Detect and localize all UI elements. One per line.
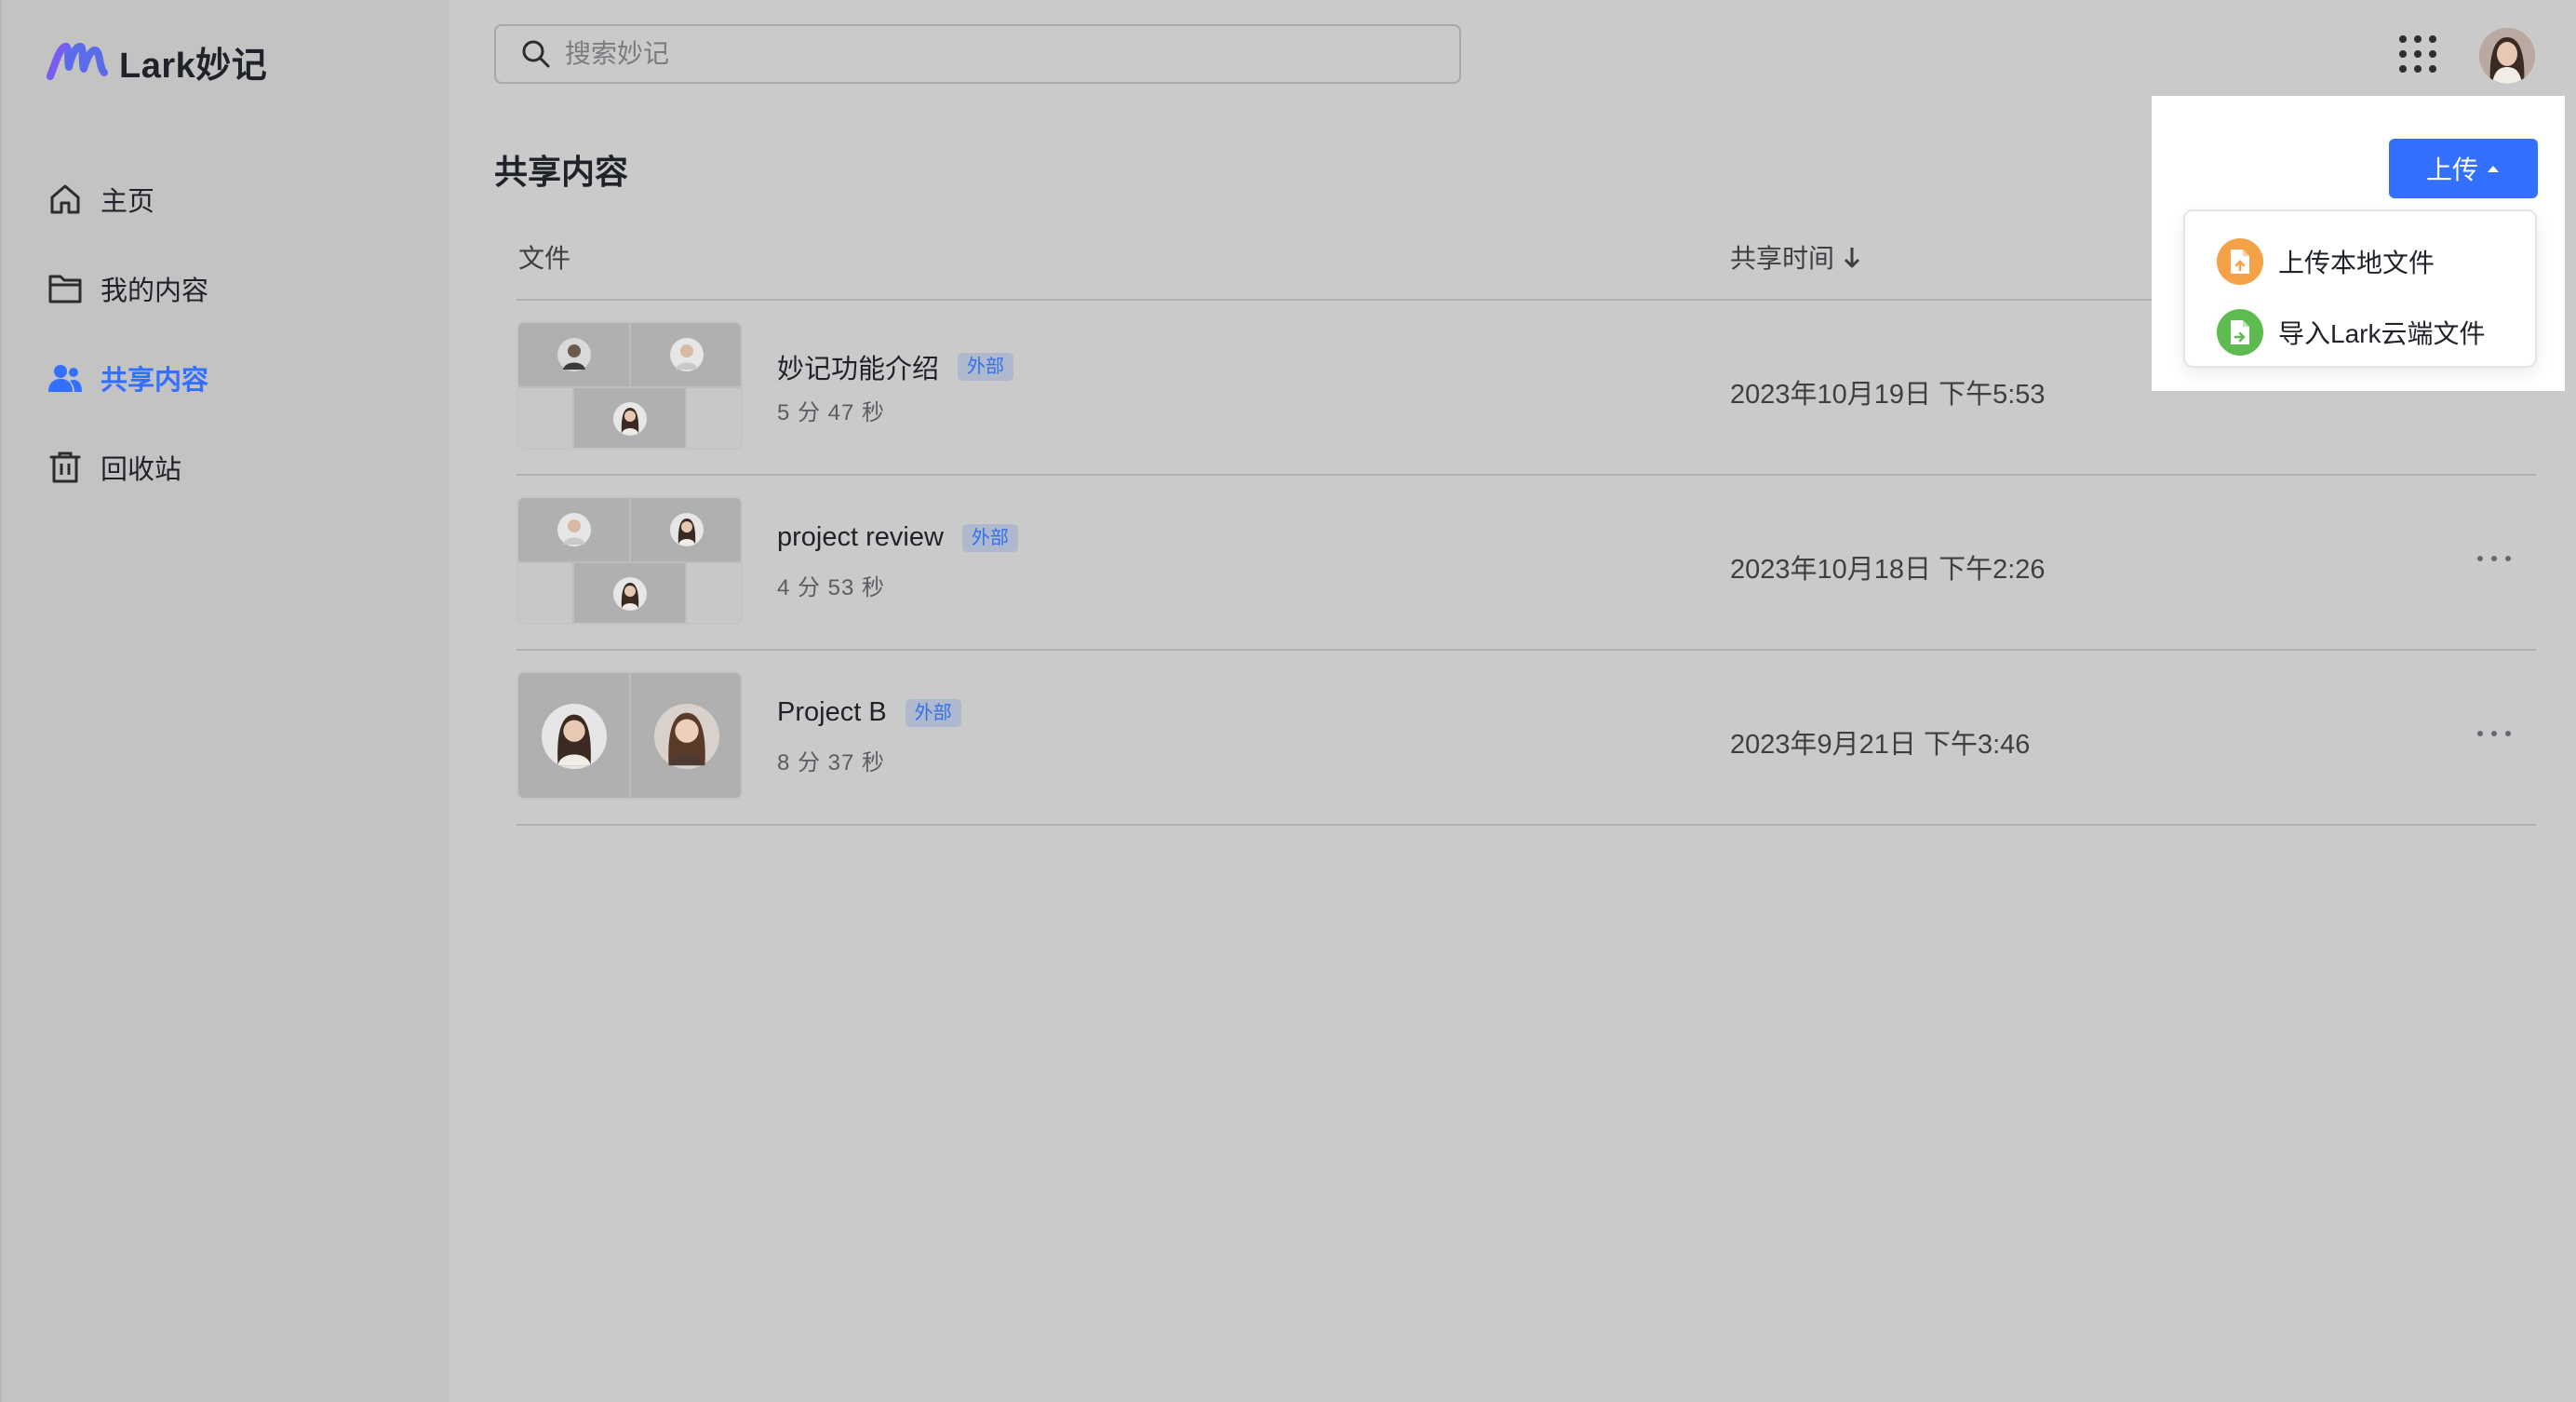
participant-tile — [518, 323, 629, 386]
recording-title-text: 妙记功能介绍 — [777, 355, 940, 384]
trash-icon — [47, 449, 84, 486]
caret-up-icon — [2488, 166, 2499, 172]
participant-avatar-icon — [612, 402, 647, 436]
app-grid-icon[interactable] — [2395, 32, 2440, 76]
external-badge: 外部 — [905, 698, 961, 727]
recording-thumbnail — [517, 321, 743, 450]
participant-avatar-icon — [670, 513, 704, 546]
page-title: 共享内容 — [494, 153, 629, 191]
participant-tile — [518, 673, 629, 798]
recording-title[interactable]: Project B 外部 — [777, 697, 961, 728]
search-input[interactable] — [565, 39, 1402, 69]
recording-thumbnail — [517, 671, 743, 800]
people-icon — [47, 359, 84, 397]
participant-tile — [518, 498, 629, 561]
upload-button[interactable]: 上传 — [2389, 139, 2538, 198]
participant-tile — [574, 563, 685, 623]
column-header-label: 共享时间 — [1730, 244, 1835, 273]
user-avatar-icon — [2479, 28, 2535, 84]
sidebar: Lark妙记 主页 我的内容 共享内容 回收站 — [0, 0, 449, 1402]
recording-thumbnail — [517, 496, 743, 625]
recording-title-text: Project B — [777, 697, 887, 727]
participant-tile — [631, 673, 741, 798]
sidebar-item-label: 我的内容 — [101, 276, 209, 306]
column-header-shared-time[interactable]: 共享时间 — [1730, 238, 1862, 276]
sidebar-item-label: 主页 — [101, 187, 155, 217]
table-row[interactable]: Project B 外部 8 分 37 秒 2023年9月21日 下午3:46 — [517, 651, 2536, 826]
search-bar[interactable] — [494, 24, 1461, 84]
participant-avatar-icon — [557, 513, 591, 546]
recording-duration: 5 分 47 秒 — [777, 400, 886, 425]
participant-tile — [631, 323, 741, 386]
lark-minutes-logo-icon — [47, 43, 108, 80]
home-icon — [47, 181, 84, 218]
search-icon — [522, 40, 550, 68]
menu-item-upload-local-file[interactable]: 上传本地文件 — [2185, 226, 2535, 297]
external-badge: 外部 — [961, 523, 1018, 552]
cloud-file-icon — [2217, 309, 2263, 356]
menu-item-label: 导入Lark云端文件 — [2278, 319, 2486, 348]
sidebar-nav: 主页 我的内容 共享内容 回收站 — [2, 155, 451, 512]
recording-title[interactable]: 妙记功能介绍 外部 — [777, 347, 1014, 386]
local-file-icon — [2217, 238, 2263, 285]
empty-tile — [687, 563, 741, 623]
participant-tile — [631, 498, 741, 561]
sort-descending-icon — [1844, 248, 1860, 268]
sidebar-item-label: 共享内容 — [101, 366, 209, 396]
upload-button-label: 上传 — [2425, 155, 2478, 184]
sidebar-item-home[interactable]: 主页 — [2, 155, 451, 244]
participant-avatar-icon — [541, 704, 607, 769]
recording-title[interactable]: project review 外部 — [777, 522, 1018, 553]
sidebar-item-label: 回收站 — [101, 455, 182, 485]
recording-duration: 4 分 53 秒 — [777, 575, 886, 600]
participant-avatar-icon — [670, 338, 704, 371]
column-header-file: 文件 — [518, 244, 571, 273]
recording-duration: 8 分 37 秒 — [777, 750, 886, 775]
participant-avatar-icon — [557, 338, 591, 371]
menu-item-import-lark-cloud-file[interactable]: 导入Lark云端文件 — [2185, 297, 2535, 368]
sidebar-item-my-content[interactable]: 我的内容 — [2, 244, 451, 333]
app-window: Lark妙记 主页 我的内容 共享内容 回收站 搜索妙记 共享内容 文件 共享时… — [0, 0, 2576, 1402]
external-badge: 外部 — [958, 353, 1014, 381]
shared-time: 2023年10月18日 下午2:26 — [1730, 555, 2046, 585]
upload-popup: 上传 上传本地文件 导入Lark云端文件 — [2152, 96, 2565, 391]
table-row[interactable]: project review 外部 4 分 53 秒 2023年10月18日 下… — [517, 476, 2536, 651]
app-logo[interactable]: Lark妙记 — [47, 35, 267, 88]
more-options-icon[interactable] — [2471, 545, 2517, 573]
sidebar-item-shared-content[interactable]: 共享内容 — [2, 333, 451, 423]
menu-item-label: 上传本地文件 — [2278, 249, 2435, 277]
participant-tile — [574, 388, 685, 448]
upload-menu: 上传本地文件 导入Lark云端文件 — [2183, 209, 2537, 368]
shared-time: 2023年9月21日 下午3:46 — [1730, 730, 2031, 760]
shared-time: 2023年10月19日 下午5:53 — [1730, 380, 2046, 410]
participant-avatar-icon — [612, 577, 647, 611]
empty-tile — [518, 563, 572, 623]
empty-tile — [687, 388, 741, 448]
folder-icon — [47, 270, 84, 307]
empty-tile — [518, 388, 572, 448]
participant-avatar-icon — [654, 704, 719, 769]
recording-title-text: project review — [777, 522, 944, 552]
sidebar-item-trash[interactable]: 回收站 — [2, 423, 451, 512]
more-options-icon[interactable] — [2471, 720, 2517, 748]
user-avatar[interactable] — [2479, 28, 2535, 84]
app-name: Lark妙记 — [119, 46, 268, 86]
